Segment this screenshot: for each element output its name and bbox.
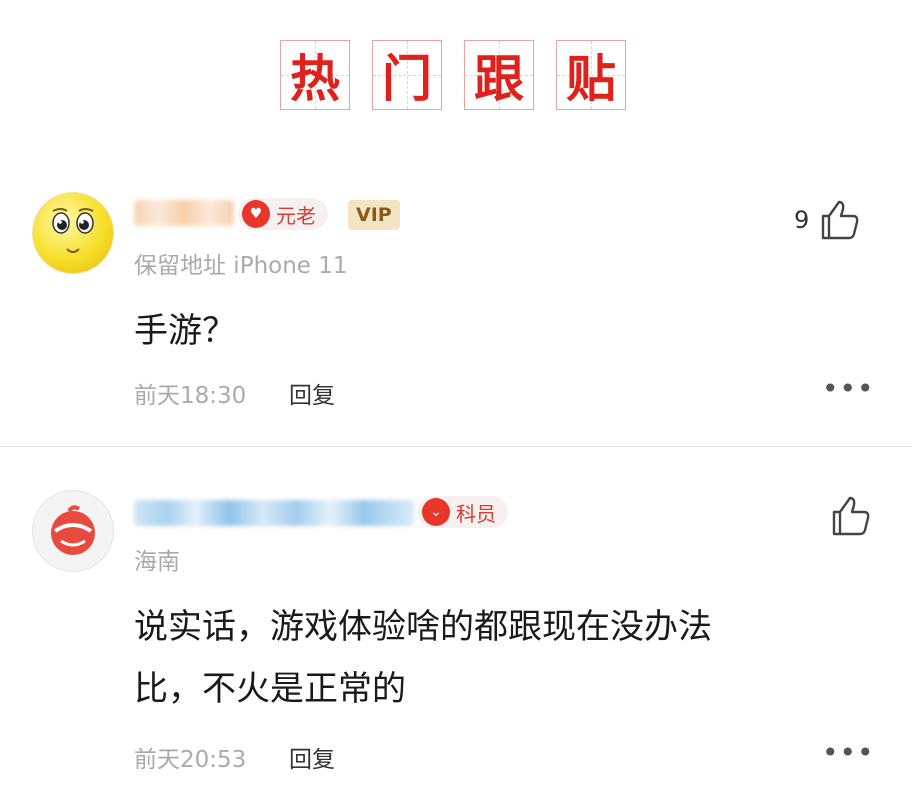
like-button[interactable]: 9: [794, 198, 861, 242]
comment-time: 前天20:53: [134, 747, 247, 773]
title-char: 贴: [556, 40, 626, 110]
reply-button[interactable]: 回复: [289, 376, 335, 410]
title-char: 热: [280, 40, 350, 110]
netease-logo-icon: [51, 505, 95, 555]
comment-text: 说实话，游戏体验啥的都跟现在没办法 比，不火是正常的: [134, 596, 894, 720]
rank-badge-label: 科员: [456, 501, 496, 526]
comment-meta: 保留地址 iPhone 11: [134, 253, 348, 279]
more-options-button[interactable]: •••: [822, 372, 875, 405]
like-button[interactable]: [820, 494, 872, 538]
like-count: 9: [794, 206, 810, 234]
rank-badge: ⌄ 科员: [418, 496, 508, 528]
heart-badge-icon: ♥: [242, 200, 270, 228]
section-title: 热 门 跟 贴: [0, 40, 912, 112]
title-char: 跟: [464, 40, 534, 110]
comment-text-line: 比，不火是正常的: [134, 669, 406, 709]
rank-badge-label: 元老: [276, 203, 316, 228]
reply-button[interactable]: 回复: [289, 740, 335, 774]
comment-time: 前天18:30: [134, 383, 247, 409]
comment-text-line: 说实话，游戏体验啥的都跟现在没办法: [134, 607, 712, 647]
vip-badge: VIP: [348, 200, 400, 230]
shield-badge-icon: ⌄: [422, 498, 450, 526]
avatar[interactable]: [32, 192, 114, 274]
username-blurred[interactable]: [134, 500, 414, 526]
thumbs-up-icon: [832, 496, 870, 536]
comment-meta: 海南: [134, 549, 180, 575]
title-char: 门: [372, 40, 442, 110]
comment-text: 手游？: [134, 311, 236, 351]
smiley-face-icon: [52, 208, 94, 253]
more-options-button[interactable]: •••: [822, 736, 875, 769]
rank-badge: ♥ 元老: [238, 198, 328, 230]
divider: [0, 446, 912, 447]
avatar[interactable]: [32, 490, 114, 572]
username-blurred[interactable]: [134, 200, 234, 226]
thumbs-up-icon: [822, 200, 859, 240]
